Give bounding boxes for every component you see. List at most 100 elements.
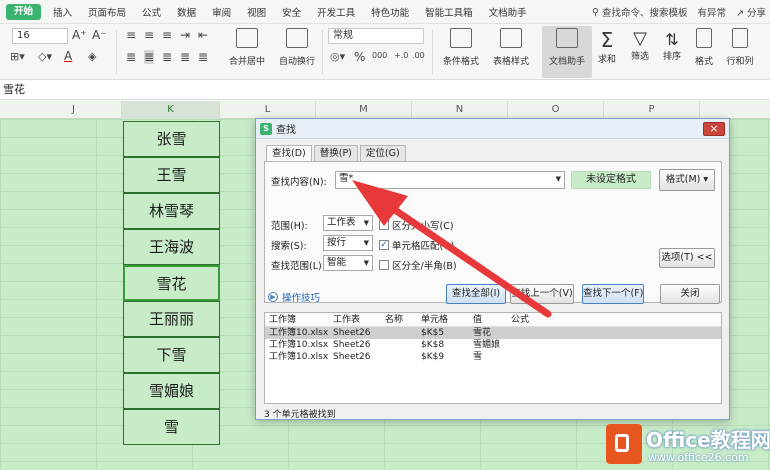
watermark-url: www.office26.com (648, 451, 749, 464)
tab-find[interactable]: 查找(D) (266, 145, 312, 162)
cell-k1[interactable]: 张雪 (123, 121, 220, 157)
search-icon: ⚲ (591, 6, 599, 18)
number-format-select[interactable]: 常规 (328, 28, 424, 44)
cell-k6[interactable]: 王丽丽 (123, 301, 220, 337)
changes-indicator[interactable]: 有异常 (697, 5, 726, 19)
cell-k9[interactable]: 雪 (123, 409, 220, 445)
match-case-checkbox[interactable]: 区分大小写(C) (379, 218, 454, 232)
lookin-select[interactable]: 智能 ▼ (323, 255, 373, 271)
dialog-title: 查找 (276, 125, 296, 136)
align-right-icon[interactable]: ≣ (162, 50, 172, 64)
wrap-text-button[interactable]: 自动换行 (272, 26, 322, 78)
align-center-icon[interactable]: ≣ (144, 50, 155, 64)
result-sheet: Sheet26 (333, 352, 371, 362)
dialog-tabs: 查找(D) 替换(P) 定位(G) (266, 145, 408, 162)
cell-k2[interactable]: 王雪 (123, 157, 220, 193)
decrease-decimal-icon[interactable]: .00 (412, 51, 425, 60)
command-search[interactable]: ⚲ 查找命令、搜索模板 (591, 5, 687, 20)
tab-insert[interactable]: 插入 (45, 5, 80, 19)
tab-replace[interactable]: 替换(P) (313, 145, 358, 161)
decrease-font-icon[interactable]: A⁻ (92, 28, 107, 42)
result-row[interactable]: 工作簿10.xlsx Sheet26 $K$8 雪媚娘 (265, 339, 721, 351)
increase-decimal-icon[interactable]: +.0 (394, 51, 408, 60)
table-style-button[interactable]: 表格样式 (486, 26, 536, 78)
font-size-box[interactable]: 16 (12, 28, 68, 44)
merge-center-button[interactable]: 合并居中 (222, 26, 272, 78)
result-row[interactable]: 工作簿10.xlsx Sheet26 $K$9 雪 (265, 351, 721, 363)
share-button[interactable]: ↗ 分享 (736, 5, 766, 19)
column-header-o[interactable]: O (508, 101, 604, 119)
rows-cols-button[interactable]: 行和列 (720, 26, 760, 78)
indent-icon[interactable]: ⇥ (180, 28, 190, 42)
tab-data[interactable]: 数据 (169, 5, 204, 19)
find-all-button[interactable]: 查找全部(I) (446, 284, 506, 304)
cell-k5-active[interactable]: 雪花 (123, 265, 220, 301)
options-button[interactable]: 选项(T) << (659, 248, 715, 268)
search-order-select[interactable]: 按行 ▼ (323, 235, 373, 251)
filter-button[interactable]: ▽ 筛选 (624, 26, 656, 78)
increase-font-icon[interactable]: A⁺ (72, 28, 87, 42)
filter-label: 筛选 (630, 52, 649, 62)
tab-formula[interactable]: 公式 (134, 5, 169, 19)
result-row[interactable]: 工作簿10.xlsx Sheet26 $K$5 雪花 (265, 327, 721, 339)
fill-color-icon[interactable]: ◇▾ (38, 50, 52, 63)
cell-k8[interactable]: 雪媚娘 (123, 373, 220, 409)
close-icon[interactable]: × (703, 122, 725, 136)
align-top-icon[interactable]: ≡ (126, 28, 136, 42)
tab-developer[interactable]: 开发工具 (309, 5, 363, 19)
percent-button[interactable]: % (354, 50, 365, 64)
clear-icon[interactable]: ◈ (88, 50, 96, 63)
tab-doc-assistant[interactable]: 文档助手 (481, 5, 535, 19)
thousands-button[interactable]: 000 (372, 51, 387, 60)
tab-page-layout[interactable]: 页面布局 (80, 5, 134, 19)
match-width-checkbox[interactable]: 区分全/半角(B) (379, 258, 457, 272)
find-input[interactable]: 雪* ▼ (335, 171, 565, 189)
dropdown-arrow-icon: ▼ (363, 239, 369, 247)
distributed-icon[interactable]: ≣ (198, 50, 208, 64)
outdent-icon[interactable]: ⇤ (198, 28, 208, 42)
result-value: 雪花 (473, 328, 492, 338)
conditional-format-button[interactable]: 条件格式 (436, 26, 486, 78)
tab-view[interactable]: 视图 (239, 5, 274, 19)
chevron-down-icon: ▾ (703, 174, 709, 185)
column-header-p[interactable]: P (604, 101, 700, 119)
find-next-button[interactable]: 查找下一个(F) (582, 284, 644, 304)
sum-button[interactable]: Σ 求和 (590, 26, 624, 78)
column-header-l[interactable]: L (220, 101, 316, 119)
cell-k4[interactable]: 王海波 (123, 229, 220, 265)
column-header-j[interactable]: J (26, 101, 122, 119)
app-logo-icon: S (260, 122, 272, 135)
tab-review[interactable]: 审阅 (204, 5, 239, 19)
cell-k3[interactable]: 林雪琴 (123, 193, 220, 229)
find-previous-button[interactable]: 查找上一个(V) (510, 284, 574, 304)
results-list[interactable]: 工作簿 工作表 名称 单元格 值 公式 工作簿10.xlsx Sheet26 $… (264, 312, 722, 404)
align-bottom-icon[interactable]: ≡ (162, 28, 172, 42)
currency-icon[interactable]: ◎▾ (330, 50, 345, 63)
sort-button[interactable]: ⇅ 排序 (656, 26, 688, 78)
tab-security[interactable]: 安全 (274, 5, 309, 19)
column-header-n[interactable]: N (412, 101, 508, 119)
column-header-k[interactable]: K (122, 101, 220, 119)
format-button[interactable]: 格式 (688, 26, 720, 78)
font-color-icon[interactable]: A (64, 49, 72, 63)
find-label: 查找内容(N): (271, 177, 327, 188)
close-button[interactable]: 关闭 (660, 284, 720, 304)
tab-goto[interactable]: 定位(G) (359, 145, 406, 161)
tab-start[interactable]: 开始 (6, 3, 42, 20)
doc-assistant-button[interactable]: 文档助手 (542, 26, 592, 78)
sigma-icon: Σ (600, 28, 614, 52)
align-left-icon[interactable]: ≣ (126, 50, 136, 64)
column-header-m[interactable]: M (316, 101, 412, 119)
tips-link[interactable]: ▶ 操作技巧 (268, 290, 320, 304)
checkbox-box (379, 220, 389, 230)
cell-k7[interactable]: 下雪 (123, 337, 220, 373)
tab-special[interactable]: 特色功能 (363, 5, 417, 19)
match-whole-cell-checkbox[interactable]: ✓ 单元格匹配(O) (379, 238, 454, 252)
tab-toolbox[interactable]: 智能工具箱 (417, 5, 481, 19)
border-icon[interactable]: ⊞▾ (10, 50, 25, 63)
format-dropdown-button[interactable]: 格式(M) ▾ (659, 169, 715, 191)
justify-icon[interactable]: ≣ (180, 50, 190, 64)
scope-select[interactable]: 工作表 ▼ (323, 215, 373, 231)
formula-bar[interactable]: 雪花 (0, 80, 770, 100)
align-middle-icon[interactable]: ≡ (144, 28, 154, 42)
